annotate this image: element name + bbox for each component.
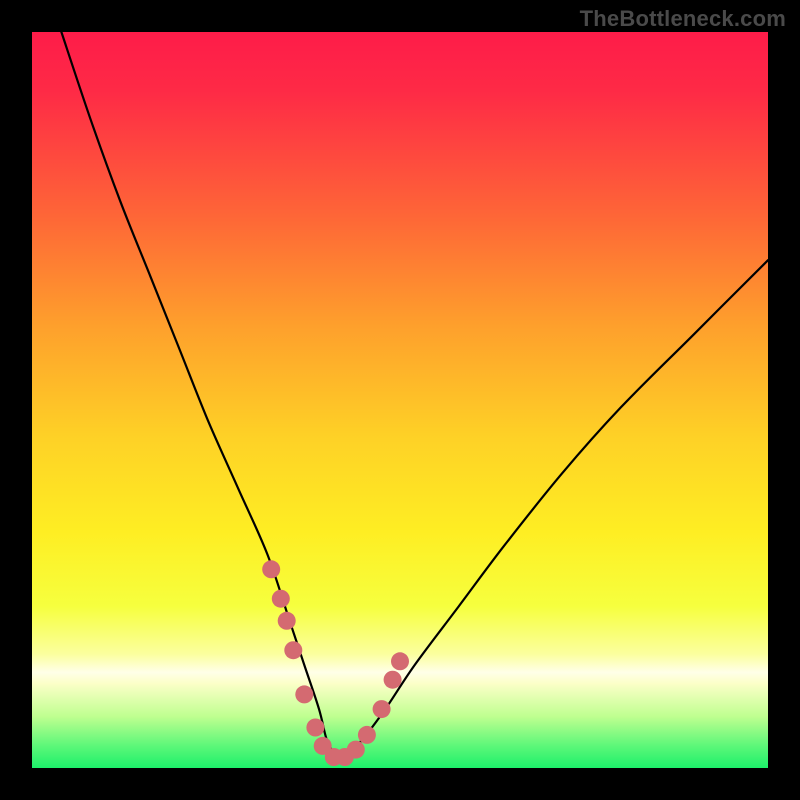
- chart-svg: [0, 0, 800, 800]
- curve-marker: [306, 719, 324, 737]
- curve-marker: [358, 726, 376, 744]
- curve-marker: [384, 671, 402, 689]
- curve-marker: [278, 612, 296, 630]
- curve-marker: [272, 590, 290, 608]
- curve-marker: [347, 741, 365, 759]
- chart-frame: { "watermark": "TheBottleneck.com", "col…: [0, 0, 800, 800]
- curve-marker: [391, 652, 409, 670]
- curve-marker: [284, 641, 302, 659]
- curve-marker: [373, 700, 391, 718]
- curve-marker: [295, 685, 313, 703]
- curve-marker: [262, 560, 280, 578]
- watermark-text: TheBottleneck.com: [580, 6, 786, 32]
